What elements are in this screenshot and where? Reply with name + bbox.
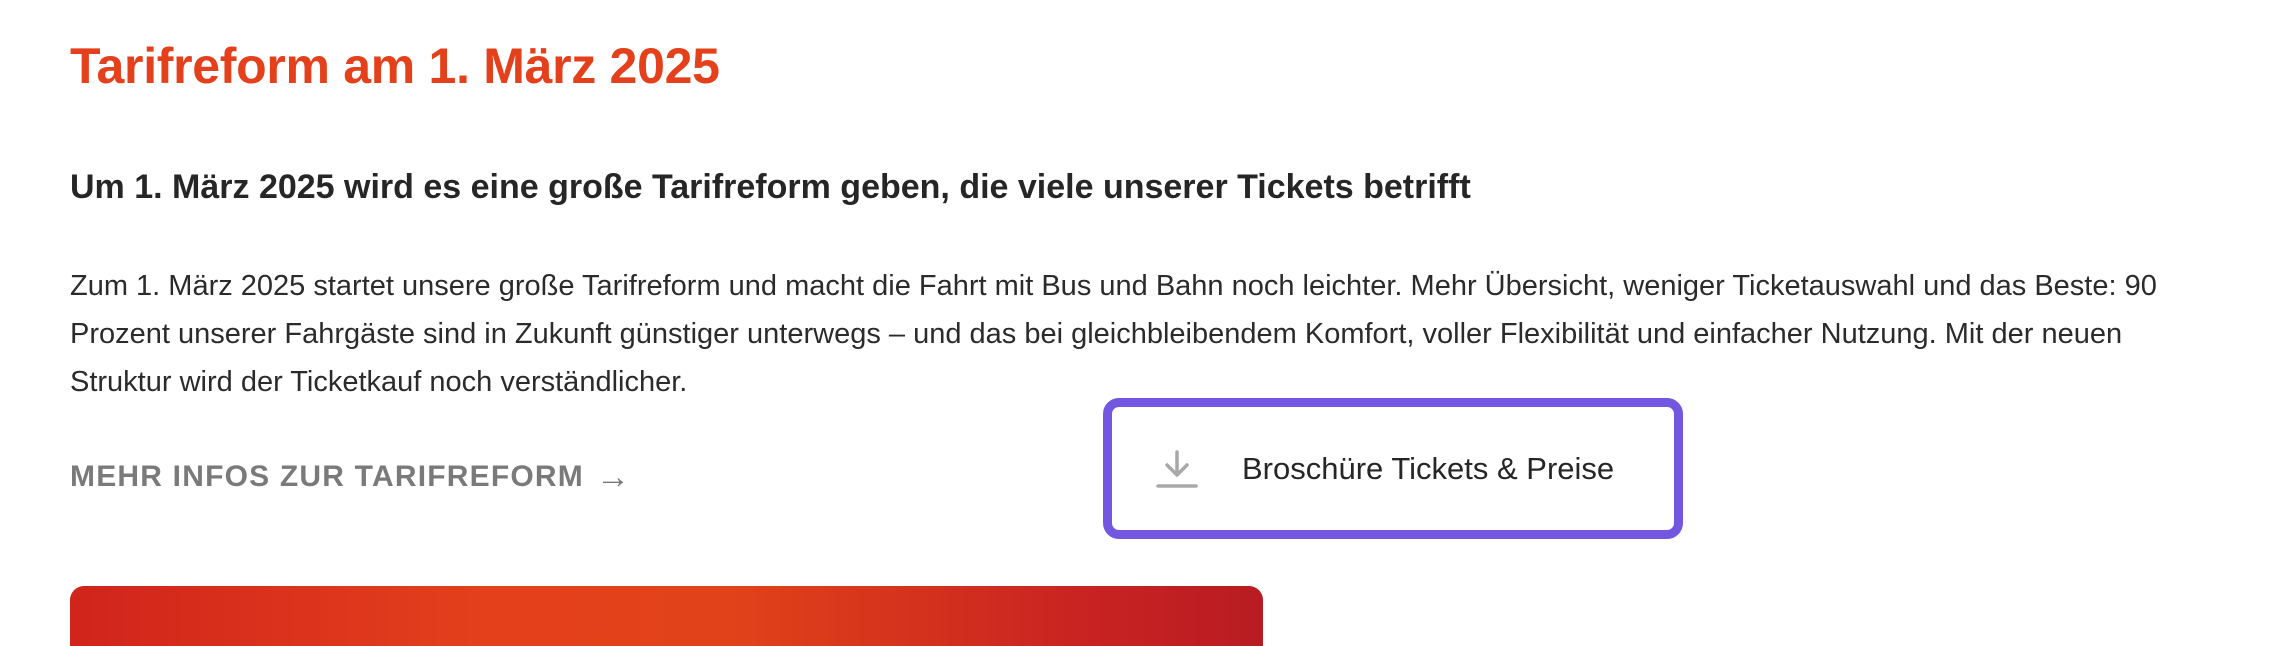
brochure-download-label: Broschüre Tickets & Preise — [1242, 450, 1615, 486]
more-info-link-label: MEHR INFOS ZUR TARIFREFORM — [70, 460, 584, 493]
more-info-link[interactable]: MEHR INFOS ZUR TARIFREFORM → — [70, 460, 631, 494]
brochure-download-button[interactable]: Broschüre Tickets & Preise — [1103, 398, 1683, 539]
section-title: Tarifreform am 1. März 2025 — [70, 38, 720, 94]
section-subtitle: Um 1. März 2025 wird es eine große Tarif… — [70, 168, 1471, 206]
download-icon — [1155, 447, 1199, 491]
promo-banner[interactable] — [70, 586, 1263, 646]
section-body-text: Zum 1. März 2025 startet unsere große Ta… — [70, 270, 2157, 398]
tarifreform-section: Tarifreform am 1. März 2025 Um 1. März 2… — [0, 0, 2284, 646]
arrow-right-icon: → — [595, 458, 632, 496]
